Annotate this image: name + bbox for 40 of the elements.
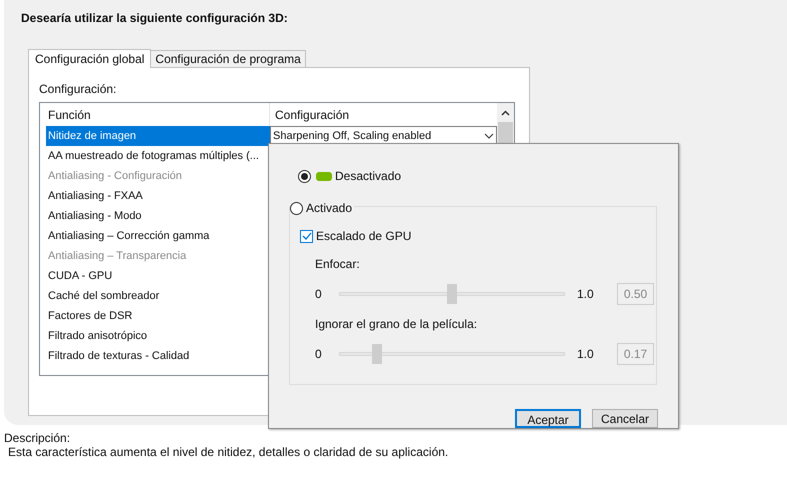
option-label: Activado [306, 200, 352, 217]
table-cell[interactable]: Caché del sombreador [46, 286, 270, 306]
checkbox[interactable] [300, 230, 313, 242]
slider-track[interactable] [339, 344, 565, 364]
dialog-button[interactable]: Aceptar [515, 409, 581, 428]
table-cell[interactable]: Factores de DSR [46, 306, 270, 326]
option-label: Desactivado [335, 168, 402, 185]
logo-icon [316, 172, 332, 180]
table-cell[interactable]: Filtrado de texturas - Calidad [46, 346, 270, 366]
description-label: Descripción: [4, 431, 72, 445]
slider-thumb[interactable] [447, 284, 457, 304]
tab[interactable]: Configuración de programa [151, 50, 306, 67]
dialog-button[interactable]: Cancelar [592, 409, 658, 428]
column-header[interactable]: Configuración [270, 103, 497, 126]
description-text: Esta característica aumenta el nivel de nitidez, detalles o claridad de su aplicación. [7, 445, 450, 459]
tab[interactable]: Configuración global [28, 49, 152, 68]
settings-label: Configuración: [39, 81, 118, 98]
table-cell[interactable]: Antialiasing – Corrección gamma [46, 226, 270, 246]
table-cell[interactable]: Antialiasing - Modo [46, 206, 270, 226]
dropdown-value: Sharpening Off, Scaling enabled [273, 128, 432, 144]
slider-max: 1.0 [577, 346, 595, 363]
slider-max: 1.0 [577, 286, 595, 303]
table-cell[interactable]: AA muestreado de fotogramas múltiples (... [46, 146, 270, 166]
section-heading: Desearía utilizar la siguiente configuración 3D: [21, 10, 289, 27]
slider-min: 0 [315, 286, 323, 303]
table-cell[interactable]: Nitidez de imagen [46, 126, 270, 146]
slider-min: 0 [315, 346, 323, 363]
table-cell[interactable]: CUDA - GPU [46, 266, 270, 286]
radio-button[interactable] [290, 202, 303, 214]
table-cell[interactable]: Antialiasing - FXAA [46, 186, 270, 206]
chevron-up-icon[interactable] [501, 110, 510, 116]
slider-track[interactable] [339, 284, 565, 304]
slider-label: Enfocar: [315, 256, 361, 273]
chevron-down-icon [484, 133, 494, 139]
check-icon [302, 232, 312, 240]
slider-thumb[interactable] [372, 344, 382, 364]
slider-label: Ignorar el grano de la película: [315, 316, 478, 333]
checkbox-label: Escalado de GPU [316, 228, 412, 245]
table-cell[interactable]: Filtrado anisotrópico [46, 326, 270, 346]
radio-button[interactable] [298, 170, 311, 182]
